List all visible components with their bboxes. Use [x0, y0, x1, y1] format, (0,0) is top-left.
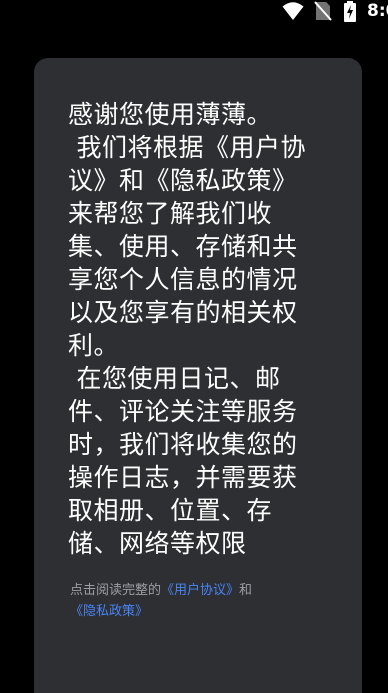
- privacy-policy-link[interactable]: 《隐私政策》: [70, 604, 148, 619]
- status-bar: 8:0: [0, 0, 388, 24]
- agreement-paragraph: 我们将根据《用户协议》和《隐私政策》来帮您了解我们收集、使用、存储和共享您个人信…: [68, 133, 306, 360]
- dialog-message: 感谢您使用薄薄。 我们将根据《用户协议》和《隐私政策》来帮您了解我们收集、使用、…: [68, 98, 308, 560]
- footer-prefix: 点击阅读完整的: [70, 583, 162, 598]
- read-full-terms: 点击阅读完整的《用户协议》和《隐私政策》: [70, 580, 340, 622]
- screen: 8:0 感谢您使用薄薄。 我们将根据《用户协议》和《隐私政策》来帮您了解我们收集…: [0, 0, 388, 693]
- greeting-paragraph: 感谢您使用薄薄。: [68, 100, 273, 129]
- status-time: 8:0: [367, 1, 388, 21]
- permissions-paragraph: 在您使用日记、邮件、评论关注等服务时，我们将收集您的操作日志，并需要获取相册、位…: [68, 364, 298, 558]
- user-agreement-link[interactable]: 《用户协议》: [161, 583, 239, 598]
- privacy-dialog: 感谢您使用薄薄。 我们将根据《用户协议》和《隐私政策》来帮您了解我们收集、使用、…: [34, 58, 362, 693]
- no-sim-icon: [314, 1, 332, 25]
- battery-charging-icon: [343, 1, 357, 26]
- wifi-icon: [282, 1, 304, 25]
- footer-conjunction: 和: [239, 583, 253, 598]
